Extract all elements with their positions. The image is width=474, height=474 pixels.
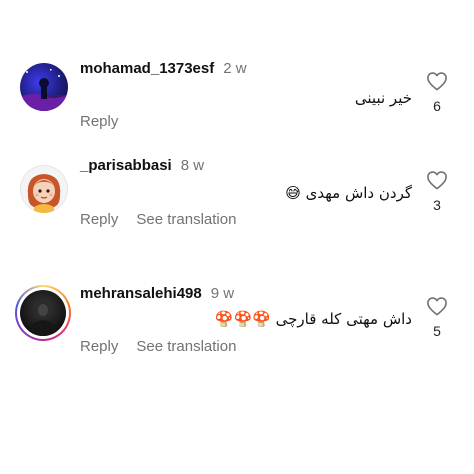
username-text[interactable]: _parisabbasi — [80, 157, 172, 174]
avatar[interactable] — [20, 165, 68, 213]
reply-button[interactable]: Reply — [80, 211, 118, 228]
like-count: 5 — [433, 323, 441, 339]
like-control[interactable]: 6 — [424, 71, 450, 114]
avatar — [20, 290, 66, 336]
comment-actions: Reply — [80, 113, 136, 130]
like-count: 6 — [433, 98, 441, 114]
username-text[interactable]: mohamad_1373esf — [80, 60, 214, 77]
username[interactable]: _parisabbasi 8 w — [80, 157, 204, 174]
dark-portrait-icon — [28, 299, 58, 336]
heart-icon[interactable] — [426, 296, 448, 316]
username[interactable]: mohamad_1373esf 2 w — [80, 60, 247, 77]
reply-button[interactable]: Reply — [80, 113, 118, 130]
comment-text: خیر نبینی — [354, 89, 412, 107]
comment-actions: Reply See translation — [80, 338, 254, 355]
heart-icon[interactable] — [426, 170, 448, 190]
timestamp: 2 w — [223, 60, 247, 77]
comment-actions: Reply See translation — [80, 211, 254, 228]
timestamp: 9 w — [210, 285, 235, 302]
username-text[interactable]: mehransalehi498 — [80, 285, 202, 302]
timestamp: 8 w — [180, 157, 205, 174]
like-count: 3 — [433, 197, 441, 213]
like-control[interactable]: 3 — [424, 170, 450, 213]
night-scene-icon — [20, 69, 68, 111]
username[interactable]: mehransalehi498 9 w — [80, 285, 234, 302]
comment-text: داش مهتی کله قارچی 🍄🍄🍄 — [214, 310, 412, 328]
avatar-story-ring[interactable] — [15, 285, 71, 341]
see-translation-button[interactable]: See translation — [136, 338, 236, 355]
reply-button[interactable]: Reply — [80, 338, 118, 355]
like-control[interactable]: 5 — [424, 296, 450, 339]
heart-icon[interactable] — [426, 71, 448, 91]
see-translation-button[interactable]: See translation — [136, 211, 236, 228]
comment-text: گردن داش مهدی 😅 — [285, 184, 412, 202]
avatar[interactable] — [20, 63, 68, 111]
cartoon-girl-icon — [27, 174, 61, 213]
avatar-inner-border — [17, 287, 69, 339]
